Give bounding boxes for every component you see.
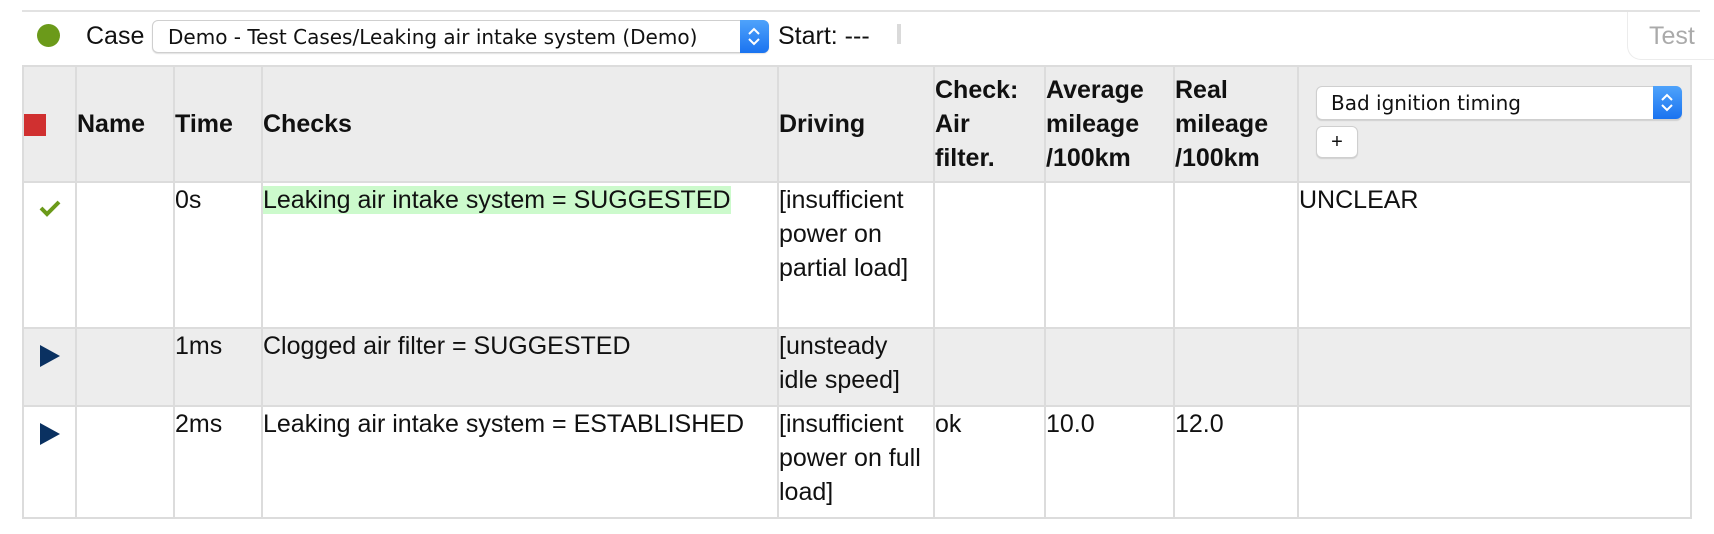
cell-checks: Leaking air intake system = ESTABLISHED bbox=[261, 405, 779, 519]
row-status-cell bbox=[22, 181, 77, 329]
cell-driving: [insufficient power on full load] bbox=[777, 405, 935, 519]
header-diagnosis: Bad ignition timing + bbox=[1297, 65, 1692, 183]
cell-real-mileage bbox=[1173, 327, 1299, 407]
updown-chevron-icon[interactable] bbox=[740, 20, 769, 53]
cell-name bbox=[75, 327, 175, 407]
checks-text-highlighted: Leaking air intake system = SUGGESTED bbox=[263, 186, 731, 214]
cell-diagnosis bbox=[1297, 327, 1692, 407]
cell-average-mileage bbox=[1044, 181, 1175, 329]
cell-air-filter: ok bbox=[933, 405, 1046, 519]
cell-average-mileage: 10.0 bbox=[1044, 405, 1175, 519]
start-label: Start: --- bbox=[778, 22, 870, 50]
toolbar-divider bbox=[22, 10, 1700, 12]
cell-name bbox=[75, 181, 175, 329]
cell-average-mileage bbox=[1044, 327, 1175, 407]
case-label: Case bbox=[86, 22, 145, 50]
header-real-mileage: Real mileage /100km bbox=[1173, 65, 1299, 183]
add-column-button[interactable]: + bbox=[1316, 126, 1358, 158]
test-case-table: Name Time Checks Driving Check: Air filt… bbox=[22, 65, 1692, 519]
cell-checks: Leaking air intake system = SUGGESTED bbox=[261, 181, 779, 329]
play-triangle-icon[interactable] bbox=[39, 345, 60, 367]
test-button[interactable]: Test bbox=[1627, 12, 1714, 60]
cell-driving: [insufficient power on partial load] bbox=[777, 181, 935, 329]
case-select[interactable]: Demo - Test Cases/Leaking air intake sys… bbox=[152, 20, 769, 53]
stop-square-icon[interactable] bbox=[24, 114, 46, 137]
play-triangle-icon[interactable] bbox=[39, 423, 60, 445]
cell-name bbox=[75, 405, 175, 519]
header-air-filter-check: Check: Air filter. bbox=[933, 65, 1046, 183]
header-stop-cell[interactable] bbox=[22, 65, 77, 183]
cell-diagnosis bbox=[1297, 405, 1692, 519]
cell-driving: [unsteady idle speed] bbox=[777, 327, 935, 407]
header-checks: Checks bbox=[261, 65, 779, 183]
cell-air-filter bbox=[933, 327, 1046, 407]
cell-real-mileage: 12.0 bbox=[1173, 405, 1299, 519]
cell-time: 2ms bbox=[173, 405, 263, 519]
case-select-value: Demo - Test Cases/Leaking air intake sys… bbox=[168, 25, 698, 49]
table-header-row: Name Time Checks Driving Check: Air filt… bbox=[22, 65, 1692, 183]
diagnosis-select-value: Bad ignition timing bbox=[1331, 91, 1521, 115]
cell-time: 1ms bbox=[173, 327, 263, 407]
row-status-cell[interactable] bbox=[22, 327, 77, 407]
toolbar-separator bbox=[897, 24, 901, 44]
checkmark-icon bbox=[39, 200, 60, 217]
cell-air-filter bbox=[933, 181, 1046, 329]
row-status-cell[interactable] bbox=[22, 405, 77, 519]
header-name: Name bbox=[75, 65, 175, 183]
cell-diagnosis: UNCLEAR bbox=[1297, 181, 1692, 329]
header-average-mileage: Average mileage /100km bbox=[1044, 65, 1175, 183]
status-indicator-icon bbox=[37, 24, 60, 47]
header-driving: Driving bbox=[777, 65, 935, 183]
cell-time: 0s bbox=[173, 181, 263, 329]
header-time: Time bbox=[173, 65, 263, 183]
updown-chevron-icon[interactable] bbox=[1653, 86, 1682, 119]
table-row[interactable]: 0s Leaking air intake system = SUGGESTED… bbox=[22, 181, 1692, 329]
table-row[interactable]: 2ms Leaking air intake system = ESTABLIS… bbox=[22, 405, 1692, 519]
cell-checks: Clogged air filter = SUGGESTED bbox=[261, 327, 779, 407]
diagnosis-select[interactable]: Bad ignition timing bbox=[1316, 86, 1682, 120]
cell-real-mileage bbox=[1173, 181, 1299, 329]
table-row[interactable]: 1ms Clogged air filter = SUGGESTED [unst… bbox=[22, 327, 1692, 407]
